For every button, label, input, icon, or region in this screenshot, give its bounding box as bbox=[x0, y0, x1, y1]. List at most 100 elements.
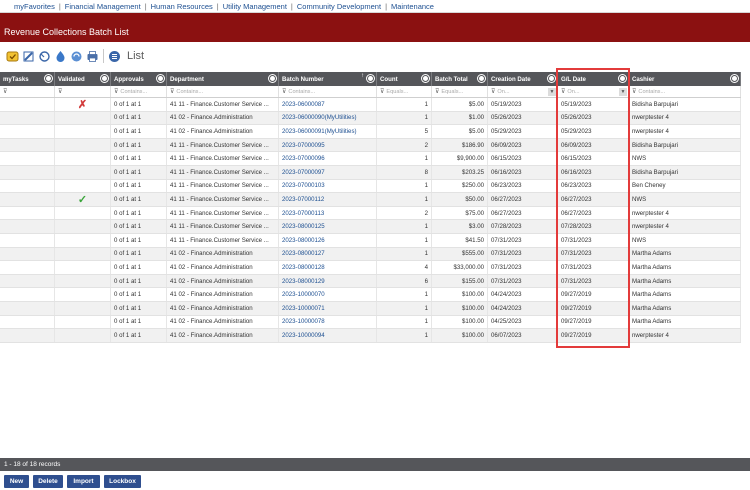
cell-batch[interactable]: 2023-07000113 bbox=[279, 206, 377, 220]
column-header-created[interactable]: Creation Date bbox=[488, 72, 558, 86]
list-view-icon[interactable] bbox=[107, 49, 121, 63]
table-row[interactable]: 0 of 1 at 1 41 11 - Finance.Customer Serv… bbox=[0, 152, 741, 166]
filter-funnel-icon[interactable]: ⊽ bbox=[380, 88, 384, 95]
column-header-validated[interactable]: Validated bbox=[55, 72, 111, 86]
column-header-department[interactable]: Department bbox=[167, 72, 279, 86]
cell-batch[interactable]: 2023-08000125 bbox=[279, 220, 377, 233]
sort-ascending-icon[interactable]: ↑ bbox=[361, 73, 364, 79]
cell-batch[interactable]: 2023-08000128 bbox=[279, 261, 377, 274]
column-settings-gear-icon[interactable] bbox=[367, 75, 374, 82]
column-header-total[interactable]: Batch Total bbox=[432, 72, 488, 86]
cell-batch[interactable]: 2023-10000094 bbox=[279, 329, 377, 342]
column-header-cashier[interactable]: Cashier bbox=[629, 72, 741, 86]
table-row[interactable]: 0 of 1 at 1 41 02 - Finance.Administratio… bbox=[0, 125, 741, 139]
nav-myfavorites[interactable]: myFavorites bbox=[14, 2, 55, 11]
process-icon[interactable] bbox=[53, 49, 67, 63]
cell-batch[interactable]: 2023-07000103 bbox=[279, 179, 377, 193]
column-settings-gear-icon[interactable] bbox=[422, 75, 429, 82]
cell-batch[interactable]: 2023-10000071 bbox=[279, 302, 377, 315]
table-row[interactable]: 0 of 1 at 1 41 02 - Finance.Administratio… bbox=[0, 111, 741, 126]
cell-batch[interactable]: 2023-06000087 bbox=[279, 98, 377, 111]
filter-mytasks[interactable]: ⊽ bbox=[0, 86, 55, 97]
column-settings-gear-icon[interactable] bbox=[619, 75, 626, 82]
nav-human-resources[interactable]: Human Resources bbox=[151, 2, 213, 11]
list-view-label[interactable]: List bbox=[127, 50, 144, 62]
column-settings-gear-icon[interactable] bbox=[731, 75, 738, 82]
column-settings-gear-icon[interactable] bbox=[548, 75, 555, 82]
table-row[interactable]: 0 of 1 at 1 41 11 - Finance.Customer Serv… bbox=[0, 206, 741, 221]
column-settings-gear-icon[interactable] bbox=[157, 75, 164, 82]
table-row[interactable]: 0 of 1 at 1 41 11 - Finance.Customer Serv… bbox=[0, 138, 741, 153]
column-settings-gear-icon[interactable] bbox=[45, 75, 52, 82]
table-row[interactable]: 0 of 1 at 1 41 02 - Finance.Administratio… bbox=[0, 247, 741, 262]
column-header-gldate[interactable]: G/L Date bbox=[558, 72, 629, 86]
date-dropdown-icon[interactable]: ▼ bbox=[619, 88, 627, 96]
cell-batch[interactable]: 2023-10000070 bbox=[279, 288, 377, 301]
delete-button[interactable]: Delete bbox=[33, 475, 63, 488]
sync-icon[interactable] bbox=[69, 49, 83, 63]
column-header-approvals[interactable]: Approvals bbox=[111, 72, 167, 86]
cell-batch[interactable]: 2023-06000091(MyUtilities) bbox=[279, 125, 377, 138]
filter-funnel-icon[interactable]: ⊽ bbox=[114, 88, 118, 95]
table-row[interactable]: 0 of 1 at 1 41 02 - Finance.Administratio… bbox=[0, 302, 741, 316]
cell-count: 4 bbox=[377, 261, 432, 274]
filter-created[interactable]: ⊽ On... ▼ bbox=[488, 86, 558, 97]
print-icon[interactable] bbox=[85, 49, 99, 63]
table-row[interactable]: 0 of 1 at 1 41 02 - Finance.Administratio… bbox=[0, 315, 741, 330]
table-row[interactable]: 0 of 1 at 1 41 11 - Finance.Customer Serv… bbox=[0, 179, 741, 194]
filter-total[interactable]: ⊽ Equals... bbox=[432, 86, 488, 97]
new-button[interactable]: New bbox=[4, 475, 29, 488]
cell-batch[interactable]: 2023-08000129 bbox=[279, 274, 377, 288]
nav-financial-management[interactable]: Financial Management bbox=[65, 2, 141, 11]
nav-utility-management[interactable]: Utility Management bbox=[223, 2, 287, 11]
column-settings-gear-icon[interactable] bbox=[478, 75, 485, 82]
cell-batch[interactable]: 2023-07000095 bbox=[279, 138, 377, 152]
filter-department[interactable]: ⊽ Contains... bbox=[167, 86, 279, 97]
filter-validated[interactable]: ⊽ bbox=[55, 86, 111, 97]
column-settings-gear-icon[interactable] bbox=[101, 75, 108, 82]
cell-batch[interactable]: 2023-10000078 bbox=[279, 315, 377, 329]
table-row[interactable]: 0 of 1 at 1 41 02 - Finance.Administratio… bbox=[0, 329, 741, 343]
table-row[interactable]: 0 of 1 at 1 41 02 - Finance.Administratio… bbox=[0, 274, 741, 289]
filter-funnel-icon[interactable]: ⊽ bbox=[58, 88, 62, 95]
cell-batch[interactable]: 2023-07000096 bbox=[279, 152, 377, 165]
filter-cashier[interactable]: ⊽ Contains... bbox=[629, 86, 741, 97]
table-row[interactable]: 0 of 1 at 1 41 02 - Finance.Administratio… bbox=[0, 261, 741, 275]
table-row[interactable]: ✓ 0 of 1 at 1 41 11 - Finance.Customer Ser… bbox=[0, 193, 741, 207]
column-header-batch[interactable]: Batch Number ↑ bbox=[279, 72, 377, 86]
cell-batch[interactable]: 2023-07000097 bbox=[279, 166, 377, 179]
refresh-icon[interactable] bbox=[37, 49, 51, 63]
import-button[interactable]: Import bbox=[67, 475, 100, 488]
filter-funnel-icon[interactable]: ⊽ bbox=[282, 88, 286, 95]
edit-icon[interactable] bbox=[21, 49, 35, 63]
column-header-mytasks[interactable]: myTasks bbox=[0, 72, 55, 86]
filter-funnel-icon[interactable]: ⊽ bbox=[435, 88, 439, 95]
filter-gldate[interactable]: ⊽ On... ▼ bbox=[558, 86, 629, 97]
cell-created: 05/19/2023 bbox=[488, 98, 558, 111]
filter-funnel-icon[interactable]: ⊽ bbox=[561, 88, 565, 95]
table-row[interactable]: ✗ 0 of 1 at 1 41 11 - Finance.Customer Ser… bbox=[0, 98, 741, 112]
filter-funnel-icon[interactable]: ⊽ bbox=[632, 88, 636, 95]
date-dropdown-icon[interactable]: ▼ bbox=[548, 88, 556, 96]
nav-community-development[interactable]: Community Development bbox=[297, 2, 381, 11]
cell-batch[interactable]: 2023-08000127 bbox=[279, 247, 377, 261]
filter-funnel-icon[interactable]: ⊽ bbox=[491, 88, 495, 95]
cell-batch[interactable]: 2023-06000090(MyUtilities) bbox=[279, 111, 377, 125]
table-row[interactable]: 0 of 1 at 1 41 11 - Finance.Customer Serv… bbox=[0, 166, 741, 180]
column-header-count[interactable]: Count bbox=[377, 72, 432, 86]
cell-cashier: nwerptester 4 bbox=[629, 111, 741, 125]
filter-approvals[interactable]: ⊽ Contains... bbox=[111, 86, 167, 97]
filter-batch[interactable]: ⊽ Contains... bbox=[279, 86, 377, 97]
table-row[interactable]: 0 of 1 at 1 41 11 - Finance.Customer Serv… bbox=[0, 220, 741, 234]
table-row[interactable]: 0 of 1 at 1 41 11 - Finance.Customer Serv… bbox=[0, 234, 741, 248]
column-settings-gear-icon[interactable] bbox=[269, 75, 276, 82]
filter-funnel-icon[interactable]: ⊽ bbox=[170, 88, 174, 95]
lockbox-button[interactable]: Lockbox bbox=[104, 475, 141, 488]
cell-batch[interactable]: 2023-07000112 bbox=[279, 193, 377, 206]
nav-maintenance[interactable]: Maintenance bbox=[391, 2, 434, 11]
filter-count[interactable]: ⊽ Equals... bbox=[377, 86, 432, 97]
filter-funnel-icon[interactable]: ⊽ bbox=[3, 88, 7, 95]
favorite-icon[interactable] bbox=[5, 49, 19, 63]
cell-batch[interactable]: 2023-08000126 bbox=[279, 234, 377, 247]
table-row[interactable]: 0 of 1 at 1 41 02 - Finance.Administratio… bbox=[0, 288, 741, 302]
